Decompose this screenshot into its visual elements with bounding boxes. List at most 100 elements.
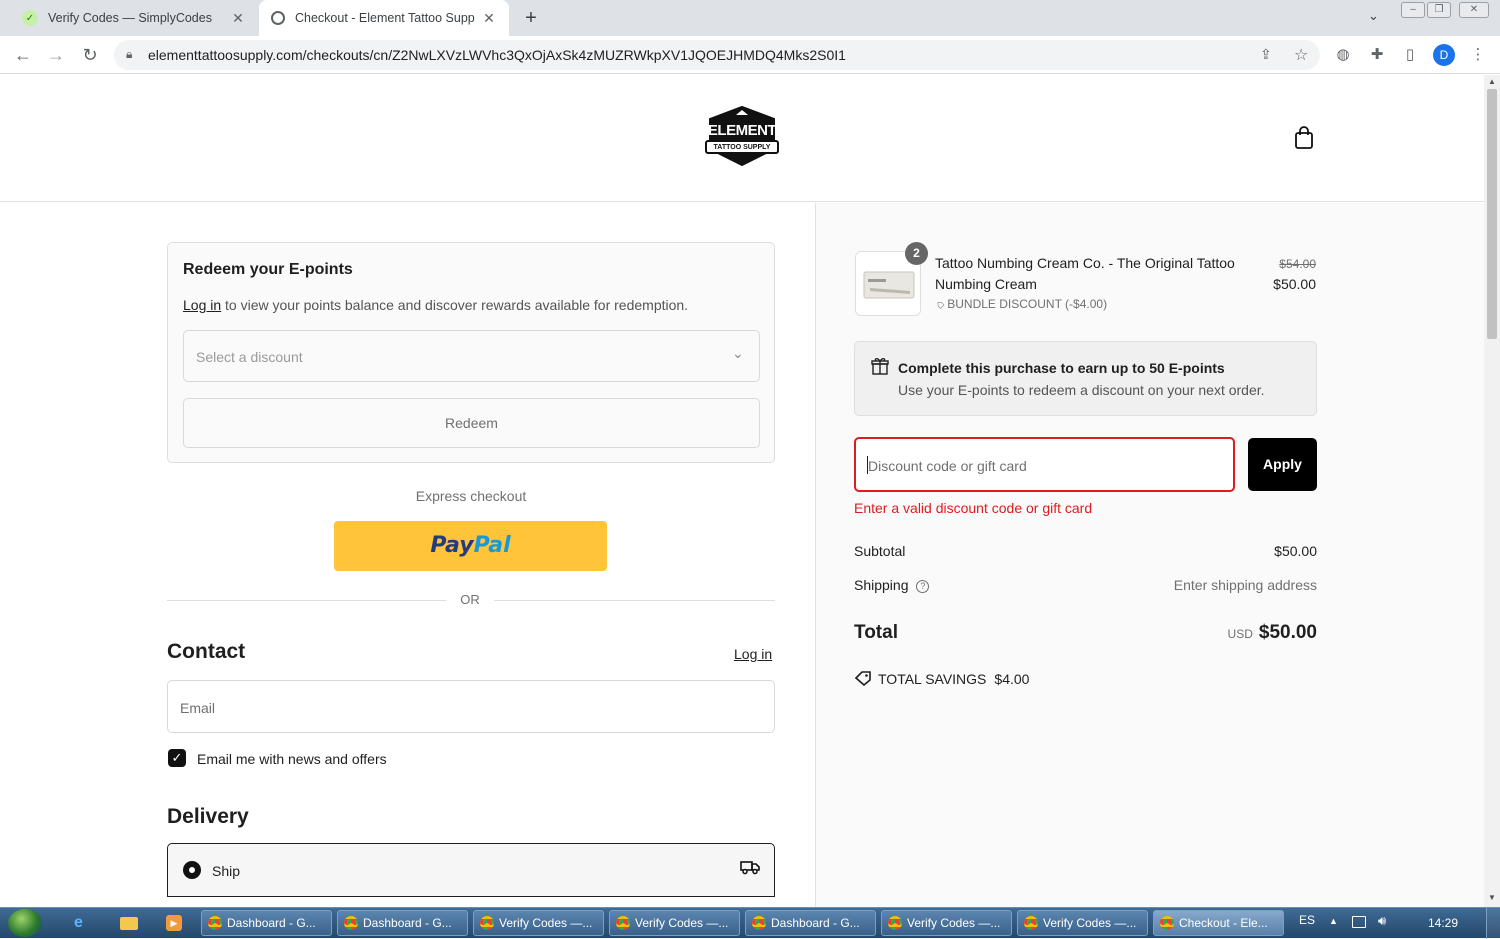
close-window-button[interactable]: ✕ [1459, 2, 1489, 18]
scrollbar-thumb[interactable] [1487, 89, 1497, 339]
tab-checkout[interactable]: Checkout - Element Tattoo Supp ✕ [259, 0, 509, 36]
subtotal-label: Subtotal [854, 543, 906, 559]
lock-icon: 🔒︎ [126, 47, 133, 61]
epoints-rewards-banner: Complete this purchase to earn up to 50 … [854, 341, 1317, 416]
paypal-button[interactable]: PayPal [334, 521, 607, 571]
tab-search-chevron-icon[interactable]: ⌄ [1368, 8, 1379, 24]
paypal-logo: PayPal [430, 533, 510, 558]
back-arrow-icon[interactable]: ← [12, 44, 34, 66]
chrome-icon [208, 916, 222, 930]
tray-expand-arrow-icon[interactable]: ▲ [1329, 916, 1338, 926]
taskbar-window-title: Verify Codes —... [1043, 916, 1137, 930]
element-tattoo-supply-logo[interactable]: ELEMENT TATTOO SUPPLY [700, 105, 784, 167]
epoints-login-link[interactable]: Log in [183, 297, 221, 313]
globe-favicon-icon [271, 11, 285, 25]
select-discount-placeholder: Select a discount [196, 349, 303, 365]
apply-discount-button[interactable]: Apply [1248, 438, 1317, 491]
or-divider-left [167, 600, 446, 601]
total-value-row: USD $50.00 [1150, 622, 1317, 644]
close-tab-icon[interactable]: ✕ [481, 10, 497, 27]
bookmark-star-icon[interactable]: ☆ [1294, 45, 1308, 65]
simplycodes-favicon-icon: ✓ [22, 10, 38, 26]
close-tab-icon[interactable]: ✕ [230, 10, 246, 27]
volume-icon[interactable]: 🔊︎ [1378, 913, 1386, 929]
scroll-up-arrow-icon[interactable]: ▲ [1488, 77, 1496, 86]
epoints-title: Redeem your E-points [183, 261, 353, 278]
delivery-heading: Delivery [167, 805, 249, 828]
address-bar[interactable]: 🔒︎ elementtattoosupply.com/checkouts/cn/… [114, 40, 1320, 70]
total-savings-label: TOTAL SAVINGS [878, 671, 987, 687]
menu-kebab-icon[interactable]: ⋮ [1468, 45, 1488, 65]
internet-explorer-icon[interactable]: e [74, 914, 83, 932]
reload-icon[interactable]: ↻ [79, 44, 101, 66]
taskbar-window-button-active[interactable]: Checkout - Ele... [1153, 910, 1284, 936]
bundle-discount-label: BUNDLE DISCOUNT (-$4.00) [947, 297, 1108, 311]
taskbar-window-button[interactable]: Verify Codes —... [473, 910, 604, 936]
or-divider-label: OR [460, 592, 480, 607]
taskbar-window-title: Verify Codes —... [907, 916, 1001, 930]
taskbar-window-button[interactable]: Verify Codes —... [609, 910, 740, 936]
chrome-icon [1160, 916, 1174, 930]
chrome-icon [616, 916, 630, 930]
shipping-label: Shipping [854, 577, 909, 593]
taskbar-window-button[interactable]: Verify Codes —... [881, 910, 1012, 936]
language-indicator[interactable]: ES [1299, 913, 1315, 927]
original-price: $54.00 [1279, 257, 1316, 271]
taskbar-window-button[interactable]: Dashboard - G... [201, 910, 332, 936]
taskbar-window-button[interactable]: Dashboard - G... [337, 910, 468, 936]
file-explorer-folder-icon[interactable] [120, 917, 138, 930]
logo-subtext: TATTOO SUPPLY [713, 144, 771, 151]
chevron-down-icon: ⌄ [732, 345, 744, 361]
taskbar-window-button[interactable]: Verify Codes —... [1017, 910, 1148, 936]
taskbar-window-title: Verify Codes —... [635, 916, 729, 930]
discount-error-message: Enter a valid discount code or gift card [854, 500, 1093, 516]
email-placeholder: Email [180, 700, 216, 716]
taskbar-window-button[interactable]: Dashboard - G... [745, 910, 876, 936]
total-savings-row: TOTAL SAVINGS $4.00 [854, 671, 1029, 689]
side-panel-icon[interactable]: ▯ [1400, 45, 1420, 65]
redeem-label: Redeem [445, 415, 498, 431]
discount-code-input[interactable]: Discount code or gift card [854, 437, 1235, 492]
page-scrollbar[interactable]: ▲ ▼ [1484, 75, 1500, 907]
tab-verify-codes[interactable]: ✓ Verify Codes — SimplyCodes ✕ [0, 0, 258, 36]
tab-title: Checkout - Element Tattoo Supp [295, 11, 475, 25]
ship-option[interactable]: Ship [167, 843, 775, 897]
shipping-help-icon[interactable]: ? [916, 580, 930, 593]
extensions-puzzle-icon[interactable]: ✚ [1367, 45, 1387, 65]
select-discount-dropdown[interactable]: Select a discount ⌄ [183, 330, 760, 382]
extension-globe-icon[interactable]: ◍ [1333, 45, 1353, 65]
restore-window-button[interactable]: ❐ [1427, 2, 1451, 18]
taskbar-window-title: Dashboard - G... [363, 916, 452, 930]
product-name: Tattoo Numbing Cream Co. - The Original … [935, 255, 1235, 292]
epoints-description: to view your points balance and discover… [221, 297, 689, 313]
windows-taskbar: e ▶ Dashboard - G... Dashboard - G... Ve… [0, 907, 1500, 939]
media-player-icon[interactable]: ▶ [166, 915, 182, 931]
gift-icon [871, 357, 889, 380]
email-field[interactable]: Email [167, 680, 775, 733]
minimize-window-button[interactable]: ‒ [1401, 2, 1425, 18]
network-icon[interactable] [1352, 916, 1366, 928]
total-label: Total [854, 622, 898, 643]
newsletter-label[interactable]: Email me with news and offers [197, 751, 387, 767]
taskbar-window-title: Dashboard - G... [771, 916, 860, 930]
savings-tag-icon [854, 671, 872, 689]
new-tab-plus-icon[interactable]: + [520, 6, 542, 30]
show-desktop-button[interactable] [1486, 908, 1500, 939]
logo-text: ELEMENT [707, 122, 777, 139]
forward-arrow-icon[interactable]: → [45, 44, 67, 66]
express-checkout-label: Express checkout [415, 488, 527, 504]
newsletter-checkbox[interactable]: ✓ [168, 749, 186, 767]
ship-radio-selected[interactable] [183, 861, 201, 879]
start-button-windows-icon[interactable] [8, 909, 42, 937]
profile-avatar[interactable]: D [1433, 44, 1455, 66]
shipping-value: Enter shipping address [1173, 577, 1317, 593]
redeem-button[interactable]: Redeem [183, 398, 760, 448]
scroll-down-arrow-icon[interactable]: ▼ [1488, 893, 1496, 902]
share-icon[interactable]: ⇪ [1260, 46, 1272, 63]
shopping-bag-icon[interactable] [1294, 126, 1314, 155]
system-clock[interactable]: 14:29 [1428, 916, 1458, 930]
store-header: ELEMENT TATTOO SUPPLY [0, 75, 1484, 202]
contact-login-link[interactable]: Log in [734, 646, 772, 662]
checkout-page: ELEMENT TATTOO SUPPLY Redeem your E-poin… [0, 75, 1484, 907]
chrome-icon [480, 916, 494, 930]
